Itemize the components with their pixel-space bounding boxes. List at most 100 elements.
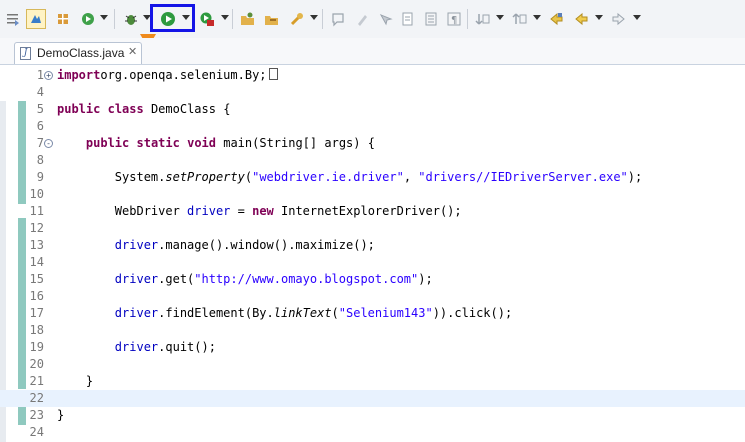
line-number: 4 — [36, 85, 44, 99]
highlight-icon[interactable] — [352, 9, 372, 29]
code-line[interactable]: 6 — [0, 118, 745, 135]
expand-fold-icon[interactable]: + — [44, 71, 53, 80]
code-token: static — [136, 136, 180, 150]
code-text: driver.quit(); — [57, 339, 216, 356]
code-token: class — [107, 102, 144, 116]
line-number: 1 — [36, 68, 44, 82]
code-line[interactable]: 16 — [0, 288, 745, 305]
chevron-down-icon[interactable] — [100, 15, 108, 20]
code-text: WebDriver driver = new InternetExplorerD… — [57, 203, 462, 220]
code-token: "http://www.omayo.blogspot.com" — [194, 272, 419, 286]
line-number: 24 — [29, 425, 44, 439]
code-line[interactable]: 7- public static void main(String[] args… — [0, 135, 745, 152]
code-line[interactable]: 12 — [0, 220, 745, 237]
code-line[interactable]: 22 — [0, 390, 745, 407]
code-token: ); — [627, 170, 643, 184]
code-line[interactable]: 8 — [0, 152, 745, 169]
next-annotation-icon[interactable] — [473, 9, 493, 29]
outline-icon[interactable] — [3, 9, 23, 29]
folded-import-marker[interactable] — [268, 68, 278, 80]
chevron-down-icon[interactable] — [496, 15, 504, 20]
back-icon[interactable] — [571, 9, 591, 29]
close-icon[interactable]: ✕ — [128, 45, 137, 58]
code-token: main(String[] args) { — [216, 136, 375, 150]
last-edit-icon[interactable] — [546, 9, 566, 29]
toggle-mark-icon[interactable] — [26, 9, 46, 29]
new-package-icon[interactable] — [53, 9, 73, 29]
chevron-down-icon[interactable] — [533, 15, 541, 20]
open-type-icon[interactable] — [238, 9, 258, 29]
code-token: .manage().window().maximize(); — [158, 238, 375, 252]
chevron-down-icon[interactable] — [310, 15, 318, 20]
code-editor[interactable]: 1 + importorg.openqa.selenium.By; 4 5 public … — [0, 65, 745, 442]
code-token: driver — [187, 204, 231, 218]
code-token: linkText — [273, 306, 332, 320]
code-line[interactable]: 21 } — [0, 373, 745, 390]
code-token: DemoClass { — [143, 102, 231, 116]
code-line[interactable]: 23} — [0, 407, 745, 424]
collapse-fold-icon[interactable]: - — [44, 139, 53, 148]
code-line[interactable]: 17 driver.findElement(By.linkText("Selen… — [0, 305, 745, 322]
code-line[interactable]: 5 public class DemoClass { — [0, 101, 745, 118]
code-token: "drivers//IEDriverServer.exe" — [418, 170, 628, 184]
svg-text:¶: ¶ — [451, 15, 457, 26]
code-line[interactable]: 24 — [0, 424, 745, 441]
code-line[interactable]: 11 WebDriver driver = new InternetExplor… — [0, 203, 745, 220]
code-line[interactable]: 10 — [0, 186, 745, 203]
code-line[interactable]: 18 — [0, 322, 745, 339]
code-line[interactable]: 4 — [0, 84, 745, 101]
whitespace-icon[interactable] — [398, 9, 418, 29]
line-number: 12 — [29, 221, 44, 235]
toolbar-separator — [232, 9, 233, 29]
code-line[interactable]: 20 — [0, 356, 745, 373]
line-number: 18 — [29, 323, 44, 337]
code-token: setProperty — [165, 170, 245, 184]
block-select-icon[interactable] — [375, 9, 395, 29]
line-number: 17 — [29, 306, 44, 320]
code-line[interactable]: 15 driver.get("http://www.omayo.blogspot… — [0, 271, 745, 288]
code-line[interactable]: 13 driver.manage().window().maximize(); — [0, 237, 745, 254]
code-token: )). — [432, 306, 455, 320]
pilcrow-icon[interactable]: ¶ — [444, 9, 464, 29]
prev-annotation-icon[interactable] — [510, 9, 530, 29]
code-token: org.openqa.selenium.By; — [100, 68, 267, 82]
chevron-down-icon[interactable] — [595, 15, 603, 20]
code-token: InternetExplorerDriver(); — [273, 204, 462, 218]
open-task-icon[interactable] — [262, 9, 282, 29]
code-text: public static void main(String[] args) { — [57, 135, 375, 152]
code-token: driver — [114, 272, 159, 286]
chevron-down-icon[interactable] — [633, 15, 641, 20]
code-line[interactable]: 14 — [0, 254, 745, 271]
search-icon[interactable] — [287, 9, 307, 29]
code-line[interactable]: 1 + importorg.openqa.selenium.By; — [0, 67, 745, 84]
coverage-icon[interactable] — [197, 9, 217, 29]
toolbar-separator — [322, 9, 323, 29]
code-token: public — [57, 102, 101, 116]
code-line[interactable]: 9 System.setProperty("webdriver.ie.drive… — [0, 169, 745, 186]
line-number: 5 — [36, 102, 44, 116]
tab-label: DemoClass.java — [37, 46, 125, 60]
line-number: 15 — [29, 272, 44, 286]
line-number: 21 — [29, 374, 44, 388]
forward-icon[interactable] — [609, 9, 629, 29]
annotation-icon[interactable] — [328, 9, 348, 29]
code-token: ); — [418, 272, 433, 286]
code-token: import — [57, 68, 101, 82]
code-line[interactable]: 19 driver.quit(); — [0, 339, 745, 356]
line-number: 8 — [36, 153, 44, 167]
chevron-down-icon[interactable] — [221, 15, 229, 20]
line-number: 9 — [36, 170, 44, 184]
refresh-run-icon[interactable] — [78, 9, 98, 29]
show-lines-icon[interactable] — [421, 9, 441, 29]
code-token: public — [85, 136, 130, 150]
code-token: "webdriver.ie.driver" — [252, 170, 404, 184]
toolbar-separator — [467, 9, 468, 29]
tab-democlass-java[interactable]: J DemoClass.java ✕ — [14, 42, 142, 64]
line-number: 13 — [29, 238, 44, 252]
